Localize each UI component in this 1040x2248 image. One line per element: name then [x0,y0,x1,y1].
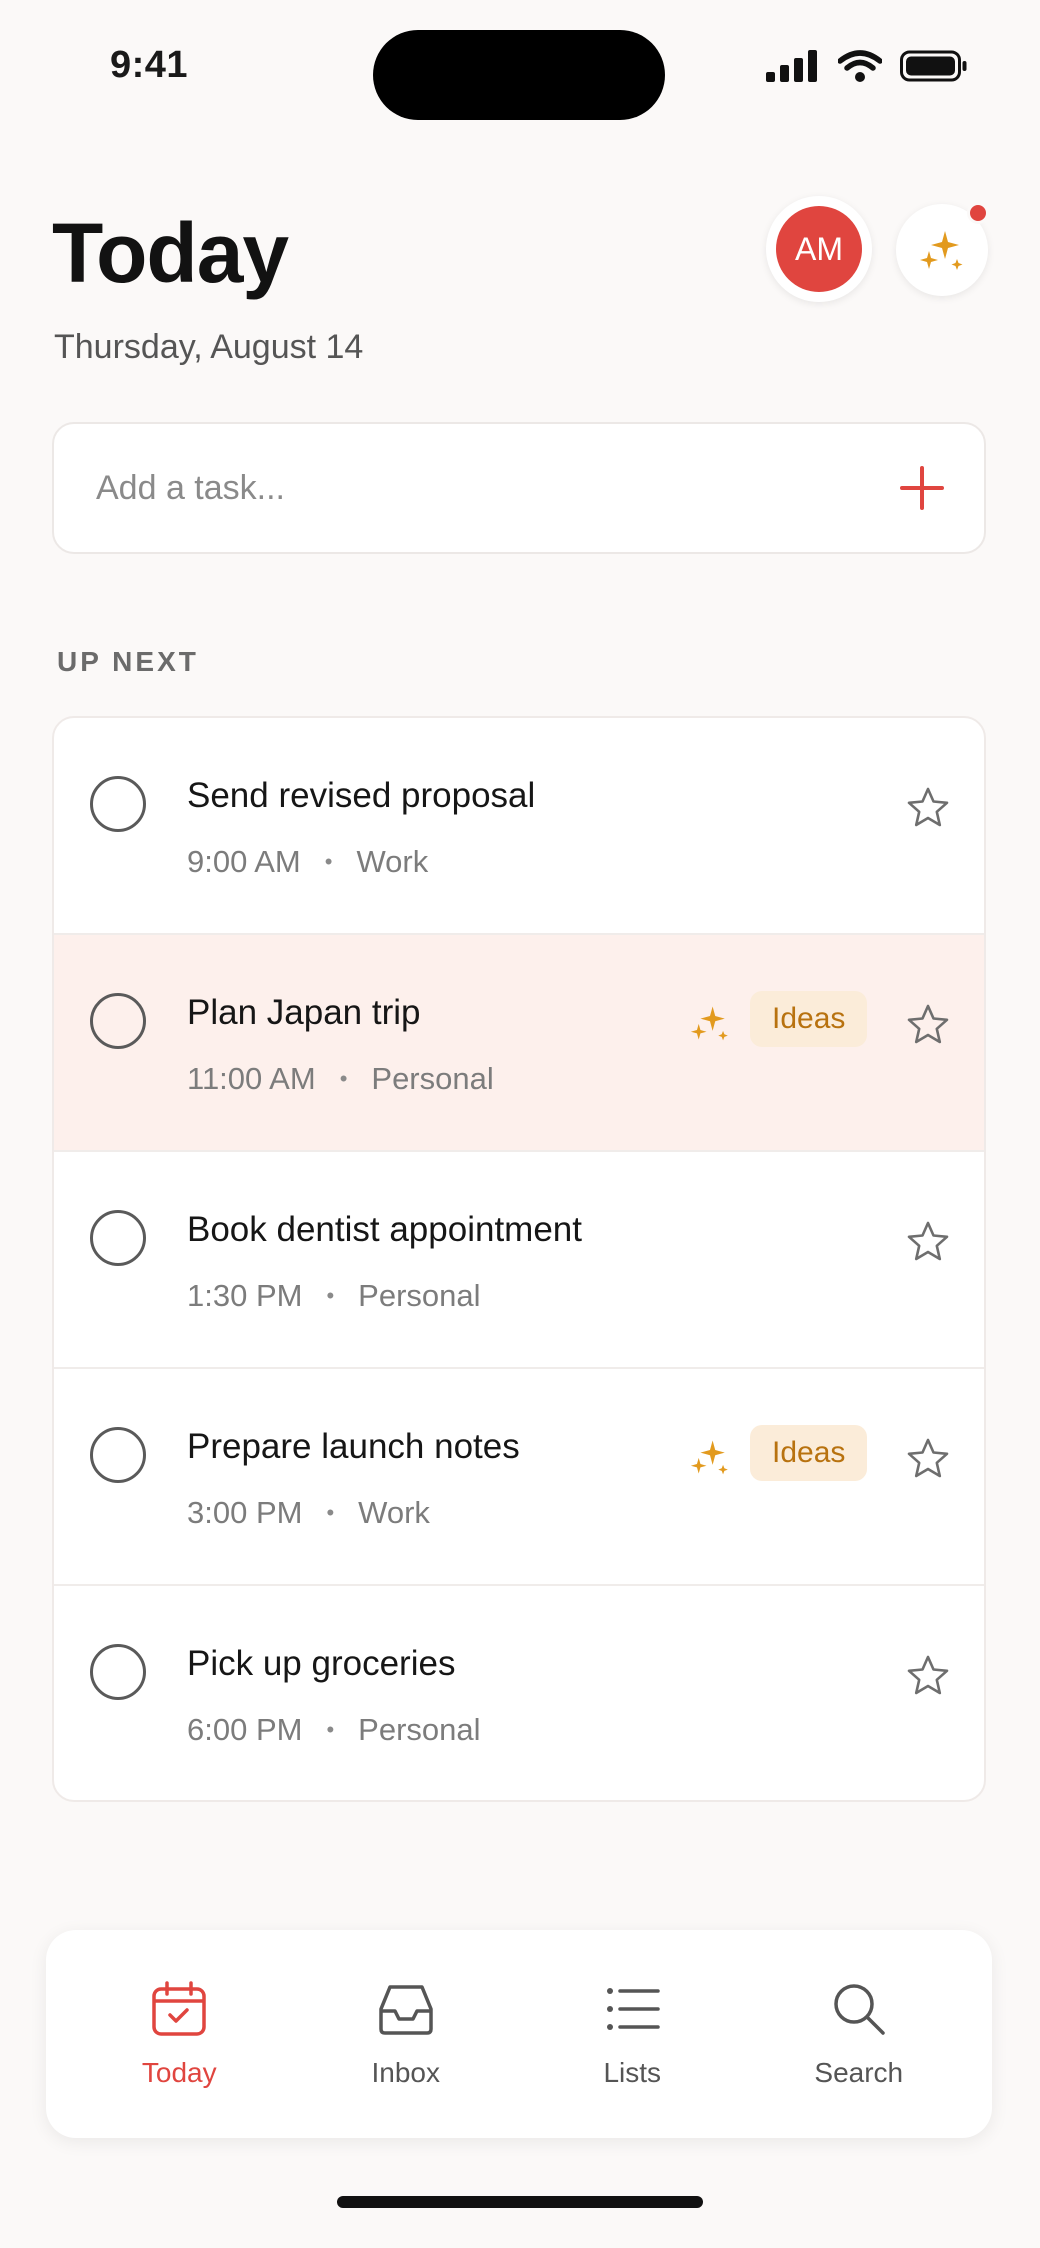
task-time: 11:00 AM [187,1061,316,1096]
star-icon[interactable] [906,1003,950,1047]
task-title: Pick up groceries [187,1644,456,1683]
task-time: 1:30 PM [187,1278,303,1313]
wifi-icon [838,50,882,82]
add-task-plus-icon[interactable] [898,464,946,512]
star-icon[interactable] [906,1654,950,1698]
task-row[interactable]: Book dentist appointment 1:30 PM • Perso… [54,1152,984,1369]
task-checkbox[interactable] [90,1644,146,1700]
meta-separator-dot: • [324,849,333,874]
add-task-input[interactable] [96,468,898,508]
task-time: 9:00 AM [187,844,301,879]
page-title: Today [52,206,289,300]
task-meta: 11:00 AM • Personal [187,1061,494,1097]
inbox-icon [379,1985,433,2035]
tab-inbox[interactable]: Inbox [306,1979,506,2089]
avatar: AM [776,206,862,292]
task-checkbox[interactable] [90,1427,146,1483]
page-date: Thursday, August 14 [54,328,364,366]
task-title: Prepare launch notes [187,1427,520,1466]
tab-lists[interactable]: Lists [532,1979,732,2089]
meta-separator-dot: • [339,1066,348,1091]
today-screen: 9:41 Today Thursday, August 14 AM Add a … [0,0,1040,2248]
task-checkbox[interactable] [90,1210,146,1266]
task-checkbox[interactable] [90,776,146,832]
ideas-tag[interactable]: Ideas [750,991,868,1047]
tab-label: Today [141,2057,217,2088]
task-category: Personal [371,1061,494,1096]
sparkle-icon [690,1006,728,1041]
task-category: Work [358,1495,430,1530]
task-row[interactable]: Send revised proposal 9:00 AM • Work [54,718,984,935]
home-indicator [337,2196,703,2208]
meta-separator-dot: • [326,1500,335,1525]
task-checkbox[interactable] [90,993,146,1049]
task-list: Send revised proposal 9:00 AM • Work Pla… [52,716,986,1802]
task-time: 6:00 PM [187,1712,303,1747]
tab-search[interactable]: Search [759,1979,959,2089]
tab-label: Lists [603,2057,662,2088]
section-label-up-next: UP NEXT [57,646,199,677]
status-time: 9:41 [110,44,189,86]
battery-icon [900,50,967,82]
task-meta: 6:00 PM • Personal [187,1712,481,1748]
star-icon[interactable] [906,786,950,830]
bottom-tab-bar: Today Inbox Lists Search [46,1930,992,2138]
task-time: 3:00 PM [187,1495,303,1530]
task-category: Work [356,844,429,879]
task-meta: 9:00 AM • Work [187,844,428,880]
add-task-bar [52,422,986,554]
star-icon[interactable] [906,1437,950,1481]
task-row[interactable]: Plan Japan trip 11:00 AM • Personal Idea… [54,935,984,1152]
task-meta: 3:00 PM • Work [187,1495,430,1531]
tab-label: Search [814,2057,904,2088]
tab-label: Inbox [371,2057,441,2088]
task-meta: 1:30 PM • Personal [187,1278,481,1314]
notification-dot [967,202,989,224]
task-row[interactable]: Pick up groceries 6:00 PM • Personal [54,1586,984,1800]
signal-icon [766,50,817,82]
ideas-tag[interactable]: Ideas [750,1425,868,1481]
meta-separator-dot: • [326,1283,335,1308]
status-icons [766,50,968,82]
task-title: Plan Japan trip [187,993,421,1032]
search-icon [834,1984,885,2035]
dynamic-island [373,30,665,120]
star-icon[interactable] [906,1220,950,1264]
task-category: Personal [358,1712,481,1747]
task-category: Personal [358,1278,481,1313]
tab-today[interactable]: Today [79,1979,279,2089]
task-row[interactable]: Prepare launch notes 3:00 PM • Work Idea… [54,1369,984,1586]
calendar-icon [152,1981,206,2036]
avatar-button[interactable]: AM [766,196,872,302]
task-title: Send revised proposal [187,776,536,815]
meta-separator-dot: • [326,1717,335,1742]
sparkle-icon [920,231,963,270]
list-icon [607,1988,660,2030]
task-title: Book dentist appointment [187,1210,582,1249]
sparkle-icon [690,1440,728,1475]
